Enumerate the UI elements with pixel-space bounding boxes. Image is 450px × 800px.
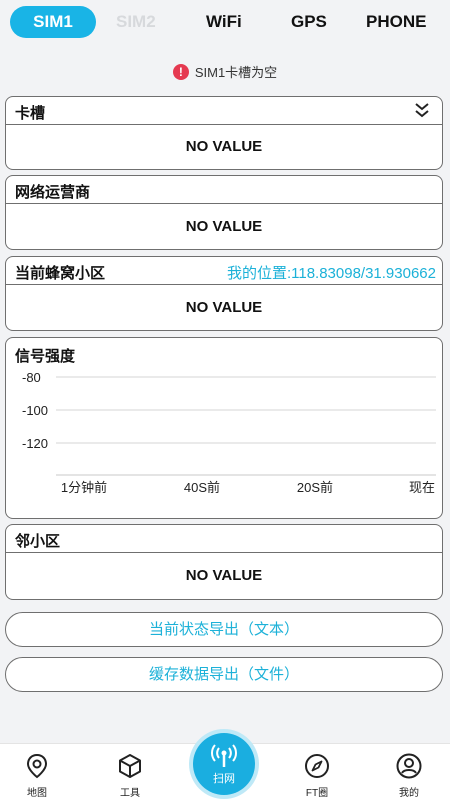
nav-me-label: 我的: [399, 788, 419, 799]
tab-phone[interactable]: PHONE: [366, 12, 426, 32]
export-cache-button[interactable]: 缓存数据导出（文件）: [5, 657, 443, 692]
warning-text: SIM1卡槽为空: [194, 65, 278, 80]
map-pin-icon: [26, 753, 48, 779]
card-slot-panel: 卡槽 NO VALUE: [5, 96, 443, 170]
card-slot-value: NO VALUE: [185, 138, 263, 155]
x-tick-label: 20S前: [297, 480, 333, 495]
nav-ft[interactable]: FT圈: [287, 744, 347, 799]
double-chevron-down-icon[interactable]: [414, 101, 430, 119]
nav-tools-label: 工具: [120, 788, 140, 799]
sim-empty-warning: ! SIM1卡槽为空: [0, 62, 450, 81]
y-tick-label: -80: [22, 370, 41, 385]
nav-tools[interactable]: 工具: [100, 744, 160, 799]
signal-panel: 信号强度 -80 -100 -120 1分钟前 40S前 20S前 现在: [5, 337, 443, 519]
nav-ft-label: FT圈: [305, 788, 329, 799]
nav-map[interactable]: 地图: [7, 744, 67, 799]
tab-wifi[interactable]: WiFi: [206, 12, 242, 32]
signal-chart: -80 -100 -120 1分钟前 40S前 20S前 现在: [22, 370, 436, 495]
sim-tab-bar: SIM1 SIM2 WiFi GPS PHONE: [0, 0, 450, 44]
operator-value: NO VALUE: [185, 218, 263, 235]
tab-gps[interactable]: GPS: [291, 12, 327, 32]
x-tick-label: 现在: [409, 480, 435, 495]
tab-sim2[interactable]: SIM2: [116, 12, 156, 32]
neighbor-value: NO VALUE: [185, 567, 263, 584]
user-icon: [396, 753, 422, 779]
cell-title: 当前蜂窝小区: [15, 265, 106, 282]
cell-value: NO VALUE: [185, 299, 263, 316]
card-slot-header[interactable]: 卡槽: [6, 97, 442, 125]
scan-label: 扫网: [213, 773, 235, 785]
signal-tower-icon: [211, 744, 237, 767]
y-tick-label: -100: [22, 403, 48, 418]
export-status-button[interactable]: 当前状态导出（文本）: [5, 612, 443, 647]
cell-panel: 当前蜂窝小区 我的位置:118.83098/31.930662 NO VALUE: [5, 256, 443, 331]
operator-panel: 网络运营商 NO VALUE: [5, 175, 443, 250]
cube-icon: [119, 754, 141, 778]
my-location: 我的位置:118.83098/31.930662: [226, 265, 436, 282]
neighbor-title: 邻小区: [15, 533, 61, 550]
tab-sim1[interactable]: SIM1: [10, 6, 96, 38]
nav-map-label: 地图: [27, 788, 47, 799]
x-tick-label: 1分钟前: [61, 480, 107, 495]
nav-me[interactable]: 我的: [379, 744, 439, 799]
operator-header: 网络运营商: [6, 176, 442, 204]
cell-header: 当前蜂窝小区 我的位置:118.83098/31.930662: [6, 257, 442, 285]
x-tick-label: 40S前: [184, 480, 220, 495]
compass-icon: [305, 754, 329, 778]
operator-title: 网络运营商: [15, 184, 91, 201]
neighbor-header: 邻小区: [6, 525, 442, 553]
neighbor-panel: 邻小区 NO VALUE: [5, 524, 443, 600]
y-tick-label: -120: [22, 436, 48, 451]
alert-icon: !: [172, 63, 189, 80]
scan-button[interactable]: 扫网: [193, 733, 255, 795]
card-slot-title: 卡槽: [15, 105, 46, 122]
